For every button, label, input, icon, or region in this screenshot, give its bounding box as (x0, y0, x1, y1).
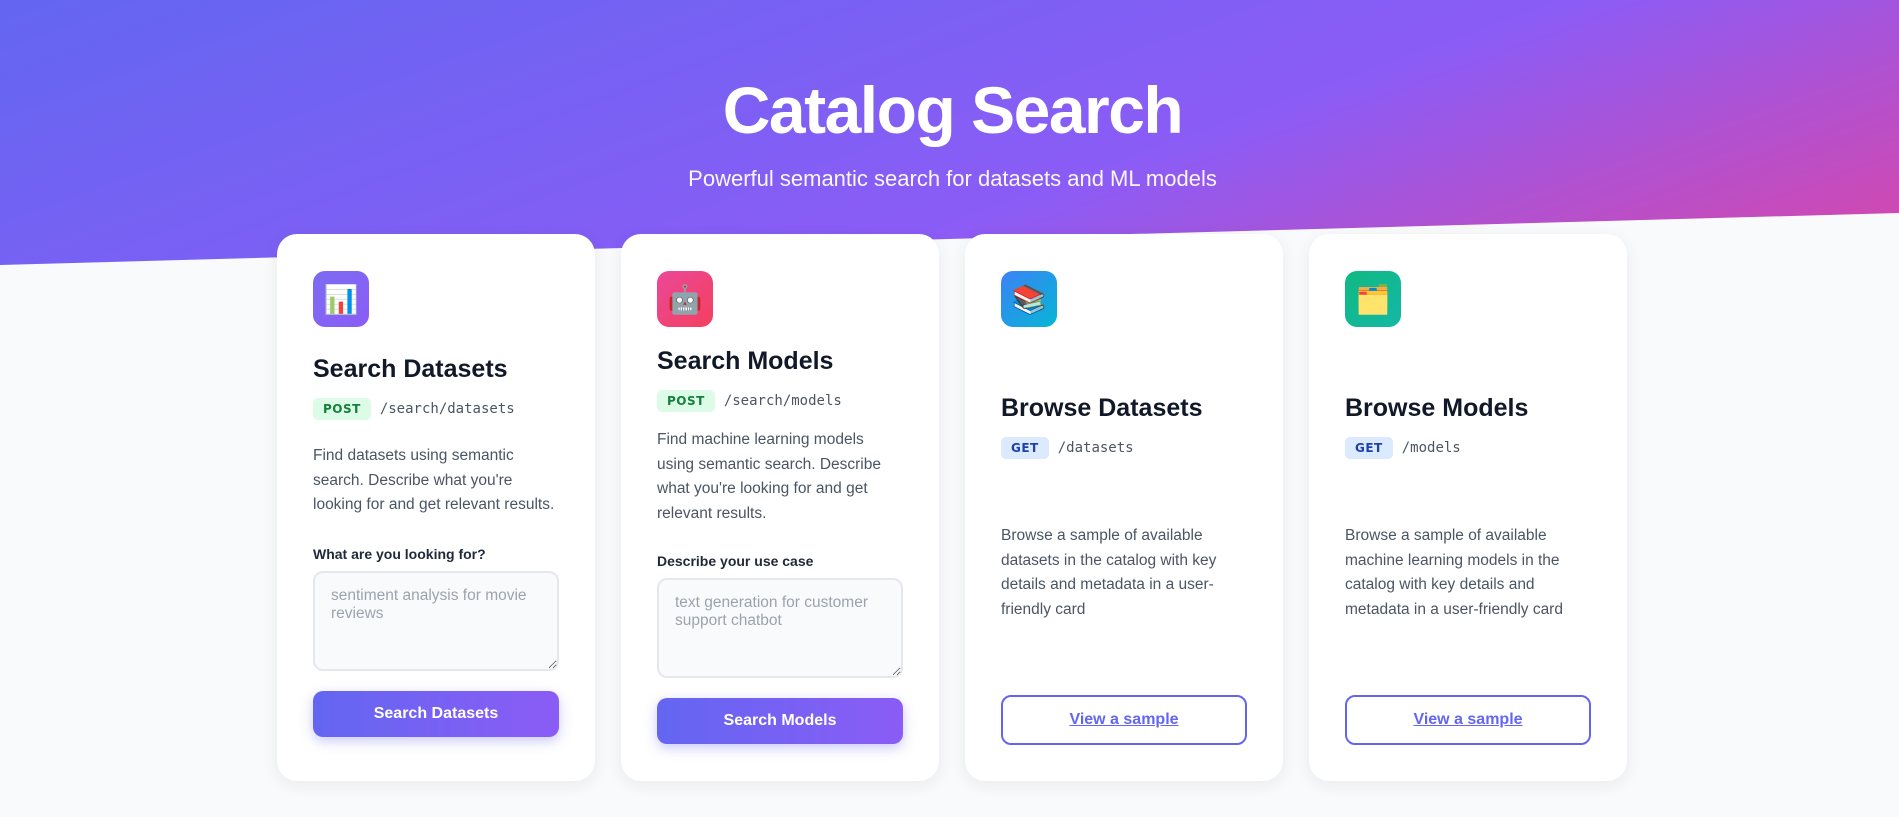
card-title: Search Datasets (313, 355, 508, 383)
books-icon: 📚 (1001, 271, 1057, 327)
endpoint: GET /models (1345, 437, 1591, 459)
browse-models-card: 🗂️ Browse Models GET /models Browse a sa… (1309, 234, 1627, 781)
endpoint-path: /search/datasets (379, 401, 515, 417)
card-title: Search Models (657, 347, 834, 375)
field-label: Describe your use case (657, 553, 814, 569)
endpoint: POST /search/models (657, 390, 903, 412)
page-subtitle: Powerful semantic search for datasets an… (688, 166, 1217, 191)
search-datasets-button[interactable]: Search Datasets (313, 690, 559, 737)
endpoint: GET /datasets (1001, 437, 1247, 459)
search-models-button[interactable]: Search Models (657, 698, 903, 744)
card-description: Browse a sample of available datasets in… (1001, 527, 1217, 618)
card-title: Browse Models (1345, 394, 1529, 422)
search-datasets-card: 📊 Search Datasets POST /search/datasets … (277, 234, 595, 781)
card-title: Browse Datasets (1001, 394, 1203, 422)
page-title: Catalog Search (722, 73, 1184, 147)
endpoint: POST /search/datasets (313, 398, 559, 420)
card-description: Browse a sample of available machine lea… (1345, 527, 1563, 618)
card-description: Find datasets using semantic search. Des… (313, 447, 555, 513)
robot-icon: 🤖 (657, 271, 713, 327)
endpoint-path: /models (1401, 440, 1461, 456)
endpoint-path: /search/models (723, 393, 842, 409)
endpoint-path: /datasets (1057, 440, 1134, 456)
view-sample-datasets-link[interactable]: View a sample (1001, 695, 1247, 745)
search-models-card: 🤖 Search Models POST /search/models Find… (621, 234, 939, 781)
card-grid: 📊 Search Datasets POST /search/datasets … (277, 234, 1627, 781)
dataset-query-input[interactable] (313, 570, 559, 671)
method-badge: GET (1001, 437, 1049, 459)
card-description: Find machine learning models using seman… (657, 431, 881, 522)
folder-icon: 🗂️ (1345, 271, 1401, 327)
field-label: What are you looking for? (313, 545, 486, 562)
model-query-input[interactable] (657, 578, 903, 678)
method-badge: POST (657, 390, 715, 412)
browse-datasets-card: 📚 Browse Datasets GET /datasets Browse a… (965, 234, 1283, 781)
bar-chart-icon: 📊 (313, 271, 369, 327)
method-badge: POST (313, 398, 371, 420)
method-badge: GET (1345, 437, 1393, 459)
view-sample-models-link[interactable]: View a sample (1345, 695, 1591, 745)
